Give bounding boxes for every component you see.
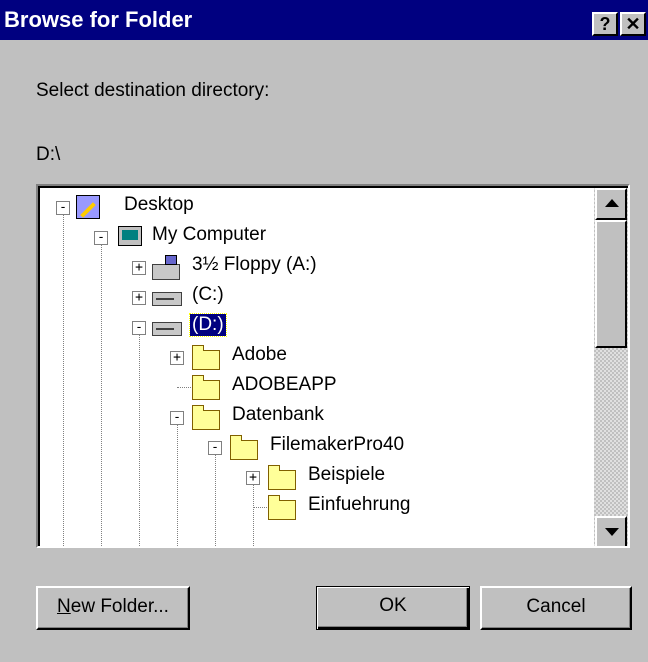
collapse-toggle[interactable]: - xyxy=(208,441,222,455)
tree-line xyxy=(101,244,102,546)
ok-button[interactable]: OK xyxy=(316,586,470,630)
tree-line xyxy=(63,214,64,546)
title-bar[interactable]: Browse for Folder ? ✕ xyxy=(0,0,648,40)
collapse-toggle[interactable]: - xyxy=(132,321,146,335)
collapse-toggle[interactable]: - xyxy=(56,201,70,215)
scroll-up-button[interactable] xyxy=(595,188,627,220)
tree-item-label: Adobe xyxy=(232,344,287,365)
vertical-scrollbar[interactable] xyxy=(594,188,628,546)
expand-toggle[interactable]: + xyxy=(132,291,146,305)
tree-line xyxy=(253,507,267,508)
hard-drive-icon xyxy=(152,322,182,336)
scroll-down-button[interactable] xyxy=(595,516,627,546)
arrow-up-icon xyxy=(605,199,619,207)
folder-tree[interactable]: - Desktop - My Computer + 3½ Floppy (A:)… xyxy=(36,184,630,548)
tree-item-label: Einfuehrung xyxy=(308,494,411,515)
tree-item-label: Beispiele xyxy=(308,464,386,485)
folder-icon xyxy=(192,405,220,430)
tree-line xyxy=(253,484,254,546)
scroll-thumb[interactable] xyxy=(595,220,627,348)
new-folder-button[interactable]: New Folder... xyxy=(36,586,190,630)
prompt-label: Select destination directory: xyxy=(36,80,270,101)
collapse-toggle[interactable]: - xyxy=(170,411,184,425)
expand-toggle[interactable]: + xyxy=(246,471,260,485)
expand-toggle[interactable]: + xyxy=(132,261,146,275)
desktop-icon xyxy=(76,195,100,219)
hard-drive-icon xyxy=(152,292,182,306)
tree-item-label: Datenbank xyxy=(232,404,324,425)
tree-item-label: (C:) xyxy=(192,284,224,305)
browse-for-folder-dialog: Browse for Folder ? ✕ Select destination… xyxy=(0,0,648,662)
current-path-label: D:\ xyxy=(36,144,61,165)
tree-item-label: My Computer xyxy=(152,224,267,245)
tree-line xyxy=(139,334,140,546)
folder-icon xyxy=(192,375,220,400)
computer-icon xyxy=(118,226,142,246)
tree-item-label: Desktop xyxy=(124,194,194,215)
tree-line xyxy=(215,454,216,546)
window-title: Browse for Folder xyxy=(4,7,193,32)
folder-tree-frame: - Desktop - My Computer + 3½ Floppy (A:)… xyxy=(38,186,628,546)
folder-icon xyxy=(268,495,296,520)
collapse-toggle[interactable]: - xyxy=(94,231,108,245)
tree-line xyxy=(177,387,191,388)
cancel-button[interactable]: Cancel xyxy=(480,586,632,630)
floppy-drive-icon xyxy=(152,255,180,280)
tree-item-label: 3½ Floppy (A:) xyxy=(192,254,317,275)
close-button[interactable]: ✕ xyxy=(620,12,646,36)
tree-item-label-selected: (D:) xyxy=(189,313,227,337)
folder-icon xyxy=(230,435,258,460)
folder-icon xyxy=(192,345,220,370)
tree-line xyxy=(177,424,178,546)
help-button[interactable]: ? xyxy=(592,12,618,36)
tree-item-label: FilemakerPro40 xyxy=(270,434,405,455)
new-folder-accelerator: N xyxy=(57,596,71,617)
expand-toggle[interactable]: + xyxy=(170,351,184,365)
tree-item-label: ADOBEAPP xyxy=(232,374,337,395)
folder-icon xyxy=(268,465,296,490)
arrow-down-icon xyxy=(605,528,619,536)
new-folder-label: ew Folder... xyxy=(70,596,169,617)
